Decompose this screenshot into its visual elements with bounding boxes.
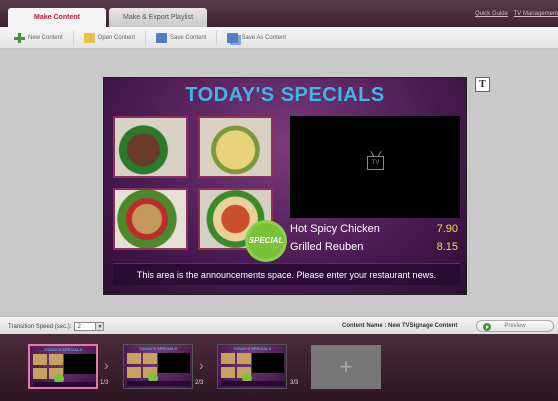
save-as-content-button[interactable]: Save As Content [227, 31, 296, 45]
folder-icon [83, 32, 95, 43]
menu-item[interactable]: Grilled Reuben 8.15 [290, 241, 460, 253]
slide-title[interactable]: TODAY'S SPECIALS [104, 84, 466, 107]
thumbnail-tv [252, 353, 284, 373]
tab-make-content[interactable]: Make Content [8, 8, 106, 27]
thumbnail-title: TODAY'S SPECIALS [232, 346, 272, 351]
save-icon [156, 32, 168, 43]
filmstrip: TODAY'S SPECIALS 1/3 › TODAY'S SPECIALS … [0, 334, 558, 401]
preview-button[interactable]: Preview [476, 320, 554, 332]
slide-thumbnail-2[interactable]: TODAY'S SPECIALS [123, 344, 193, 389]
arrow-right-icon: › [199, 357, 204, 373]
transition-speed: Transition Speed (sec.): 2 ▼ [8, 322, 105, 331]
photo-steak[interactable] [113, 116, 188, 178]
new-content-label: New Content [28, 34, 63, 41]
tv-management-link[interactable]: TV Management [514, 11, 558, 17]
arrow-right-icon: › [104, 357, 109, 373]
quick-guide-link[interactable]: Quick Guide [475, 11, 508, 17]
photo-pasta[interactable] [198, 116, 273, 178]
menu-item-price: 8.15 [436, 241, 458, 253]
save-as-icon [227, 32, 239, 43]
slide-count: 3/3 [290, 380, 299, 386]
transition-speed-label: Transition Speed (sec.): [8, 323, 72, 330]
thumbnail-photo [33, 354, 47, 365]
save-content-button[interactable]: Save Content [156, 30, 218, 45]
thumbnail-tv [64, 354, 96, 374]
special-badge[interactable]: SPECIAL [248, 223, 284, 259]
tv-video-area[interactable]: TV [290, 116, 460, 218]
text-tool-icon[interactable]: T [475, 77, 490, 92]
toolbar: New Content Open Content Save Content Sa… [0, 27, 558, 49]
transition-speed-select[interactable]: 2 ▼ [74, 322, 105, 331]
top-links: Quick Guide TV Management [471, 11, 558, 17]
new-content-button[interactable]: New Content [14, 30, 74, 45]
tv-icon: TV [367, 156, 384, 170]
thumbnail-photo [237, 353, 251, 364]
signage-slide[interactable]: TODAY'S SPECIALS SPECIAL TV Hot Spicy Ch… [103, 77, 467, 295]
thumbnail-photo [127, 367, 141, 378]
open-content-label: Open Content [97, 34, 136, 41]
thumbnail-title: TODAY'S SPECIALS [43, 347, 83, 352]
play-icon [483, 323, 491, 331]
announcement-text[interactable]: This area is the announcements space. Pl… [113, 263, 460, 285]
thumbnail-photo [49, 354, 63, 365]
thumbnail-tv [158, 353, 190, 373]
content-name: Content Name : New TVSignage Content [342, 323, 458, 329]
thumbnail-announce [127, 381, 191, 386]
slide-thumbnail-1[interactable]: TODAY'S SPECIALS [28, 344, 98, 389]
save-content-label: Save Content [170, 34, 207, 41]
menu-item-price: 7.90 [436, 223, 458, 235]
thumbnail-photo [221, 367, 235, 378]
add-icon [14, 32, 25, 43]
chevron-down-icon: ▼ [95, 323, 104, 330]
slide-count: 2/3 [195, 380, 204, 386]
photo-sandwich[interactable] [113, 188, 188, 250]
menu-item-name: Grilled Reuben [290, 241, 364, 253]
thumbnail-photo [33, 368, 47, 379]
status-bar: Transition Speed (sec.): 2 ▼ Content Nam… [0, 316, 558, 334]
add-slide-button[interactable]: + [311, 345, 381, 389]
thumbnail-announce [221, 381, 285, 386]
thumbnail-photo [127, 353, 141, 364]
menu-item-name: Hot Spicy Chicken [290, 223, 380, 235]
top-bar: Make Content Make & Export Playlist Quic… [0, 0, 558, 27]
open-content-button[interactable]: Open Content [83, 30, 147, 45]
menu-item[interactable]: Hot Spicy Chicken 7.90 [290, 223, 460, 235]
thumbnail-announce [33, 382, 96, 387]
slide-thumbnail-3[interactable]: TODAY'S SPECIALS [217, 344, 287, 389]
preview-label: Preview [504, 323, 526, 329]
tab-make-export-playlist[interactable]: Make & Export Playlist [109, 8, 207, 27]
slide-count: 1/3 [100, 380, 109, 386]
thumbnail-title: TODAY'S SPECIALS [138, 346, 178, 351]
transition-speed-value: 2 [77, 324, 81, 330]
thumbnail-photo [221, 353, 235, 364]
save-as-content-label: Save As Content [241, 34, 287, 41]
thumbnail-photo [143, 353, 157, 364]
